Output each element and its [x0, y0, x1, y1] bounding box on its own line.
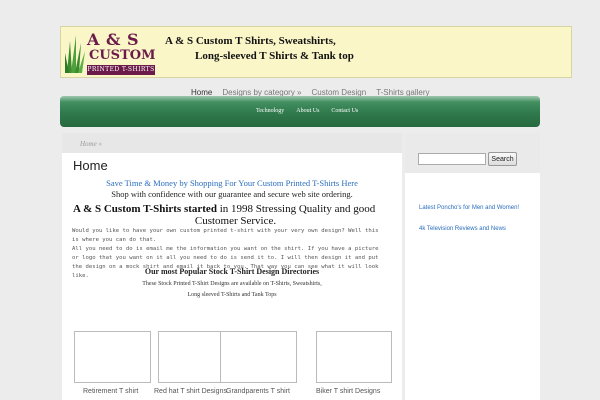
intro-line: All you need to do is email me the infor…	[72, 246, 379, 252]
intro-line: or logo that you want on it all you need…	[72, 255, 379, 261]
started-heading: A & S Custom T-Shirts started in 1998 St…	[73, 203, 398, 227]
sidebar: Search Latest Poncho's for Men and Women…	[405, 133, 540, 400]
logo-main-text: A & S	[87, 30, 140, 49]
directories-subtext-line2: Long sleeved T-Shirts and Tank Tops	[187, 292, 277, 298]
thumb-label-grandparents[interactable]: Grandparents T shirt	[226, 388, 290, 395]
nav-about-us[interactable]: About Us	[290, 108, 325, 114]
search-button[interactable]: Search	[488, 152, 517, 166]
secondary-nav-bar: Technology About Us Contact Us	[60, 96, 540, 127]
directories-subtext: These Stock Printed T-Shirt Designs are …	[62, 279, 402, 301]
directories-heading: Our most Popular Stock T-Shirt Design Di…	[144, 267, 320, 276]
thumb-biker[interactable]	[316, 331, 392, 383]
sidebar-link-ponchos[interactable]: Latest Poncho's for Men and Women!	[419, 205, 519, 211]
breadcrumb-row: Home »	[62, 133, 402, 153]
grass-icon	[65, 35, 85, 73]
thumb-label-retirement[interactable]: Retirement T shirt	[83, 388, 138, 395]
thumb-grandparents[interactable]	[220, 331, 297, 383]
secondary-nav: Technology About Us Contact Us	[250, 108, 364, 114]
main-content: Home » Home Save Time & Money by Shoppin…	[62, 133, 402, 400]
logo-sub-text: CUSTOM	[89, 48, 156, 63]
header-banner: A & S CUSTOM PRINTED T-SHIRTS A & S Cust…	[60, 26, 572, 78]
intro-line: Would you like to have your own custom p…	[72, 228, 379, 234]
sidebar-link-4k-tv[interactable]: 4k Television Reviews and News	[419, 226, 506, 232]
directories-subtext-line1: These Stock Printed T-Shirt Designs are …	[142, 281, 322, 287]
site-title-line2: Long-sleeved T Shirts & Tank top	[195, 50, 354, 62]
site-logo[interactable]: A & S CUSTOM PRINTED T-SHIRTS	[61, 27, 157, 77]
started-rest: in 1998 Stressing Quality and good	[216, 203, 376, 215]
nav-technology[interactable]: Technology	[250, 108, 290, 114]
site-title: A & S Custom T Shirts, Sweatshirts, Long…	[165, 34, 354, 64]
site-title-line1: A & S Custom T Shirts, Sweatshirts,	[165, 35, 336, 47]
thumb-retirement[interactable]	[74, 331, 151, 383]
thumb-label-biker[interactable]: Biker T shirt Designs	[316, 388, 380, 395]
started-line2: Customer Service.	[194, 215, 277, 227]
started-bold: A & S Custom T-Shirts started	[73, 203, 217, 215]
save-time-link[interactable]: Save Time & Money by Shopping For Your C…	[62, 178, 402, 188]
page-title: Home	[73, 158, 108, 173]
intro-line: is where you can do that.	[72, 237, 157, 243]
logo-bar-text: PRINTED T-SHIRTS	[87, 65, 155, 75]
nav-contact-us[interactable]: Contact Us	[325, 108, 364, 114]
shop-confidence-text: Shop with confidence with our guarantee …	[111, 189, 353, 199]
breadcrumb[interactable]: Home »	[80, 140, 102, 148]
nav-bar-shine	[60, 96, 540, 102]
search-input[interactable]	[418, 153, 486, 165]
thumb-label-red-hat[interactable]: Red hat T shirt Designs	[154, 388, 227, 395]
